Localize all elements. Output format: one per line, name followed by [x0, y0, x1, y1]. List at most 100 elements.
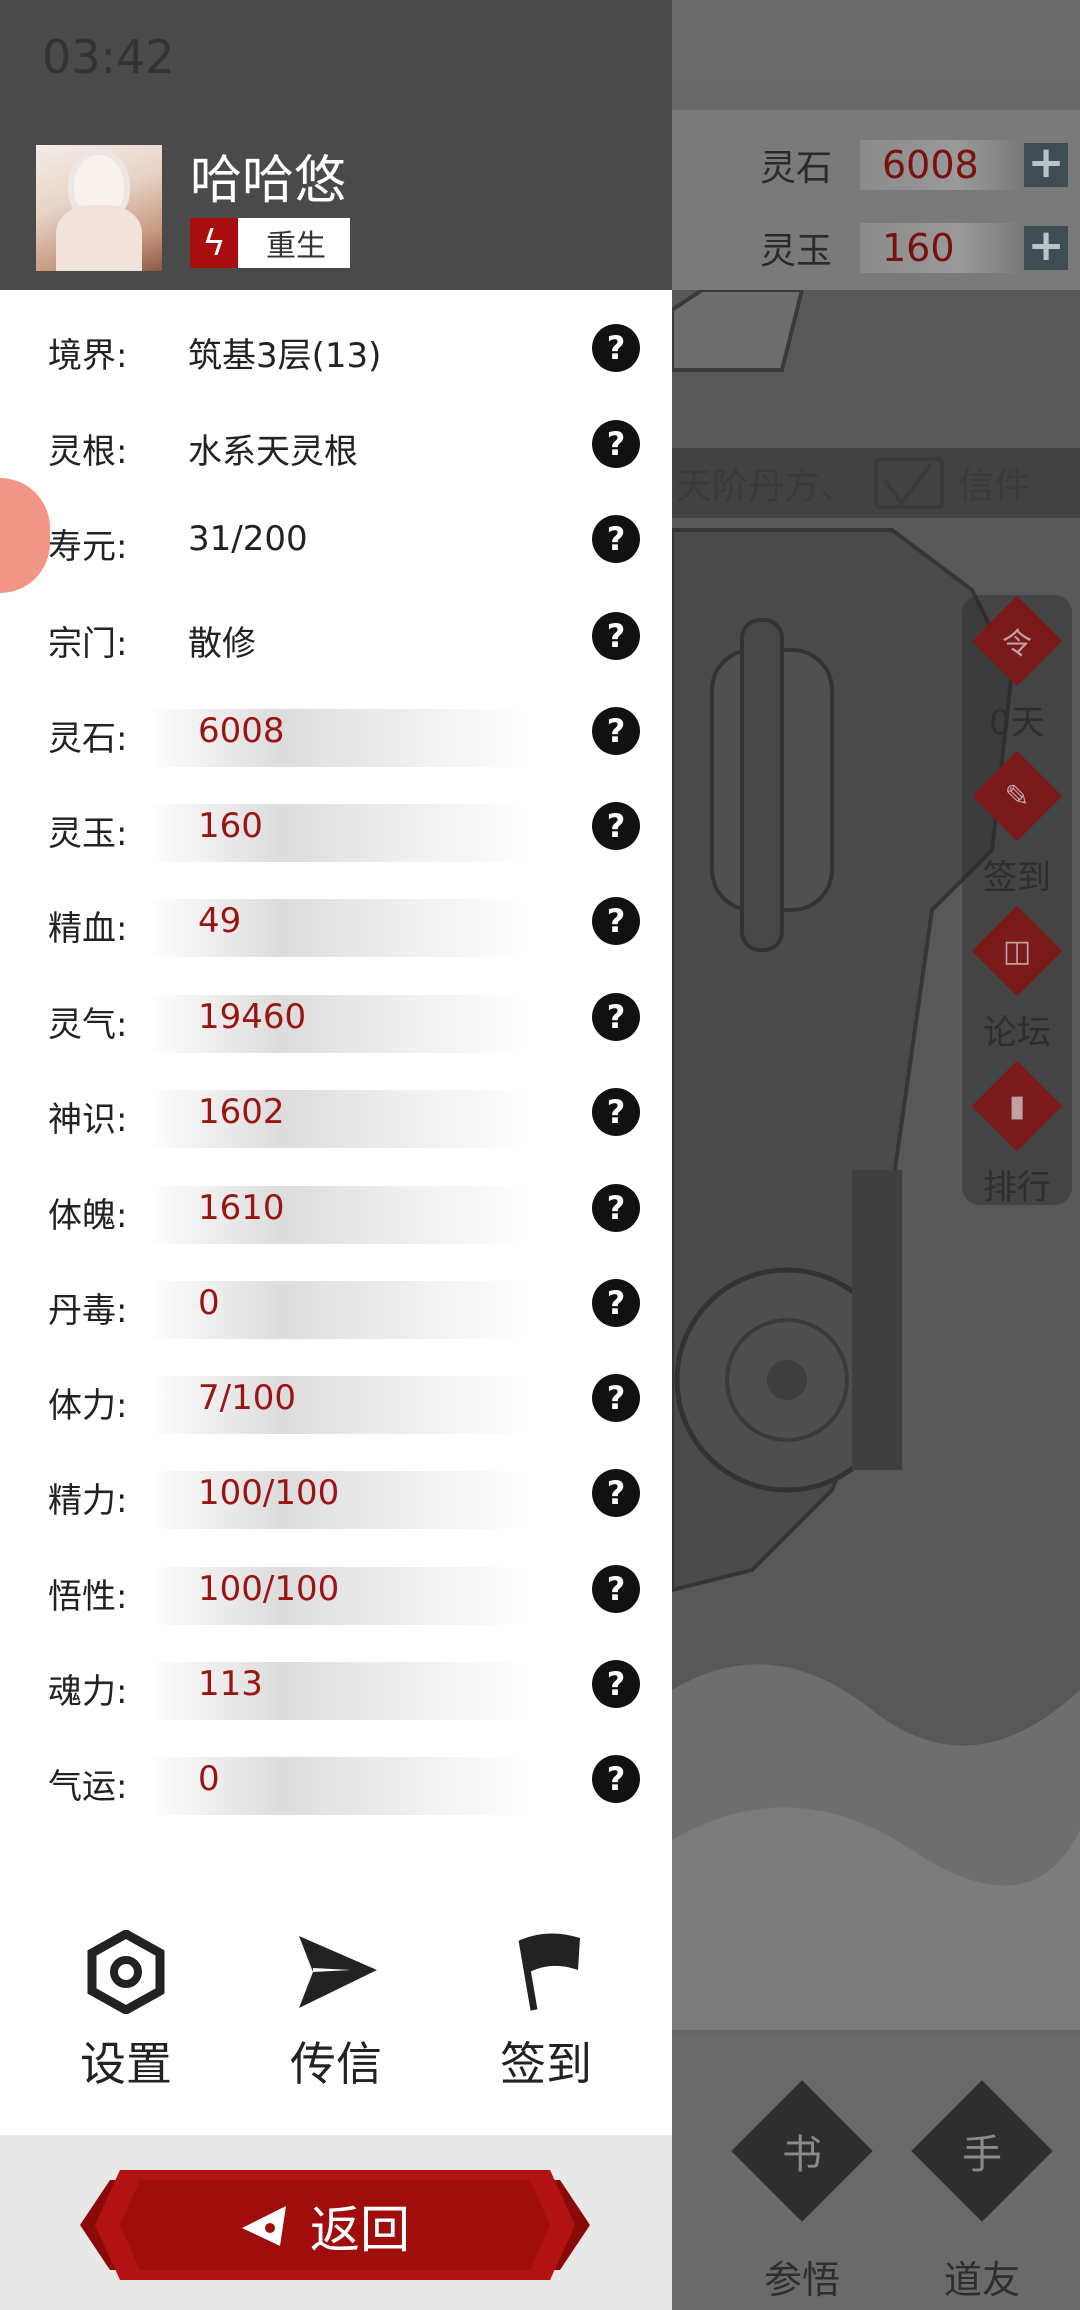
- side-item-ranking[interactable]: ▮ 排行: [962, 1060, 1072, 1209]
- player-name: 哈哈悠: [190, 151, 347, 211]
- stat-value: 113: [198, 1664, 263, 1704]
- stat-label: 悟性:: [48, 1577, 128, 1617]
- stat-value: 散修: [188, 624, 256, 664]
- side-item-label: 排行: [983, 1168, 1051, 1208]
- nav-friends[interactable]: 手 道友: [907, 2065, 1057, 2304]
- help-icon[interactable]: ?: [592, 324, 640, 372]
- help-icon[interactable]: ?: [592, 612, 640, 660]
- rebirth-label: 重生: [266, 229, 326, 264]
- forum-icon: ◫: [971, 905, 1063, 997]
- stat-label: 灵玉:: [48, 814, 128, 854]
- info-row-lifespan: 寿元: 31/200 ?: [0, 509, 672, 579]
- stat-row-soul-power: 魂力: 113 ?: [0, 1654, 672, 1724]
- help-icon[interactable]: ?: [592, 707, 640, 755]
- resource-lingyu: 灵玉 160 +: [760, 220, 1068, 276]
- help-icon[interactable]: ?: [592, 802, 640, 850]
- resource-lingshi: 灵石 6008 +: [760, 137, 1068, 193]
- stat-label: 精血:: [48, 909, 128, 949]
- stat-row-pill-toxin: 丹毒: 0 ?: [0, 1273, 672, 1343]
- info-row-root: 灵根: 水系天灵根 ?: [0, 414, 672, 484]
- stat-label: 境界:: [48, 336, 128, 376]
- back-button[interactable]: 返回: [80, 2170, 590, 2280]
- mail-label[interactable]: 信件: [958, 457, 1030, 509]
- help-icon[interactable]: ?: [592, 993, 640, 1041]
- mail-icon[interactable]: [874, 457, 945, 509]
- help-icon[interactable]: ?: [592, 1279, 640, 1327]
- stat-value: 19460: [198, 997, 307, 1037]
- nav-label: 道友: [943, 2258, 1020, 2302]
- side-item-token[interactable]: 令 0天: [962, 595, 1072, 744]
- notice-ticker[interactable]: 天阶丹方、 信件: [672, 448, 1080, 518]
- resource-value: 6008: [860, 140, 1022, 190]
- side-item-forum[interactable]: ◫ 论坛: [962, 905, 1072, 1054]
- stat-label: 灵气:: [48, 1005, 128, 1045]
- add-lingshi-button[interactable]: +: [1024, 141, 1068, 187]
- stat-row-comprehension: 悟性: 100/100 ?: [0, 1559, 672, 1629]
- stat-row-essence: 精血: 49 ?: [0, 891, 672, 961]
- stat-value: 0: [198, 1283, 220, 1323]
- stat-label: 寿元:: [48, 527, 128, 567]
- handshake-icon: 手: [911, 2080, 1053, 2222]
- player-drawer: 03:42 哈哈悠 ϟ 重生 境界: 筑基3层(13) ? 灵根: 水系天灵根 …: [0, 0, 672, 2310]
- add-lingyu-button[interactable]: +: [1024, 224, 1068, 270]
- stat-label: 体魄:: [48, 1196, 128, 1236]
- checkin-button[interactable]: 签到: [456, 1930, 636, 2094]
- stat-label: 精力:: [48, 1481, 128, 1521]
- side-item-label: 论坛: [983, 1013, 1051, 1053]
- resource-label: 灵石: [760, 148, 833, 189]
- rebirth-badge: ϟ 重生: [190, 218, 350, 268]
- nav-comprehend[interactable]: 书 参悟: [727, 2065, 877, 2304]
- side-menu: 令 0天 ✎ 签到 ◫ 论坛 ▮ 排行: [962, 595, 1072, 1208]
- help-icon[interactable]: ?: [592, 1374, 640, 1422]
- bottom-nav: 书 参悟 手 道友: [672, 2035, 1080, 2310]
- avatar[interactable]: [36, 145, 162, 271]
- action-label: 传信: [290, 2037, 382, 2091]
- help-icon[interactable]: ?: [592, 515, 640, 563]
- stat-label: 体力:: [48, 1386, 128, 1426]
- stat-label: 灵石:: [48, 719, 128, 759]
- ranking-icon: ▮: [971, 1060, 1063, 1152]
- send-message-button[interactable]: 传信: [246, 1930, 426, 2094]
- help-icon[interactable]: ?: [592, 1660, 640, 1708]
- stat-row-energy: 精力: 100/100 ?: [0, 1463, 672, 1533]
- settings-icon: [87, 1928, 165, 2016]
- stat-label: 气运:: [48, 1767, 128, 1807]
- status-time: 03:42: [42, 30, 175, 84]
- stat-value: 1610: [198, 1188, 285, 1228]
- stat-value: 6008: [198, 711, 285, 751]
- checkin-icon: ✎: [971, 750, 1063, 842]
- stat-value: 7/100: [198, 1378, 296, 1418]
- stat-value: 49: [198, 901, 242, 941]
- help-icon[interactable]: ?: [592, 1755, 640, 1803]
- info-row-sect: 宗门: 散修 ?: [0, 606, 672, 676]
- stat-label: 神识:: [48, 1100, 128, 1140]
- settings-button[interactable]: 设置: [36, 1928, 216, 2094]
- help-icon[interactable]: ?: [592, 1469, 640, 1517]
- token-icon: 令: [971, 595, 1063, 687]
- stat-value: 筑基3层(13): [188, 336, 382, 376]
- stat-row-qi: 灵气: 19460 ?: [0, 987, 672, 1057]
- stat-value: 0: [198, 1759, 220, 1799]
- help-icon[interactable]: ?: [592, 1088, 640, 1136]
- side-item-label: 签到: [983, 858, 1051, 898]
- action-label: 签到: [500, 2037, 592, 2091]
- stat-value: 100/100: [198, 1569, 340, 1609]
- drawer-header: 03:42 哈哈悠 ϟ 重生: [0, 0, 672, 290]
- stat-label: 丹毒:: [48, 1291, 128, 1331]
- action-label: 设置: [80, 2037, 172, 2091]
- help-icon[interactable]: ?: [592, 1184, 640, 1232]
- help-icon[interactable]: ?: [592, 1565, 640, 1613]
- help-icon[interactable]: ?: [592, 897, 640, 945]
- stat-label: 灵根:: [48, 432, 128, 472]
- resource-value: 160: [860, 223, 1022, 273]
- stat-value: 水系天灵根: [188, 432, 358, 472]
- flag-icon: [518, 1933, 580, 2011]
- stat-value: 100/100: [198, 1473, 340, 1513]
- side-item-checkin[interactable]: ✎ 签到: [962, 750, 1072, 899]
- stat-value: 31/200: [188, 519, 308, 559]
- help-icon[interactable]: ?: [592, 420, 640, 468]
- stat-row-lingshi: 灵石: 6008 ?: [0, 701, 672, 771]
- stat-value: 160: [198, 806, 263, 846]
- stat-row-fortune: 气运: 0 ?: [0, 1749, 672, 1819]
- book-icon: 书: [731, 2080, 873, 2222]
